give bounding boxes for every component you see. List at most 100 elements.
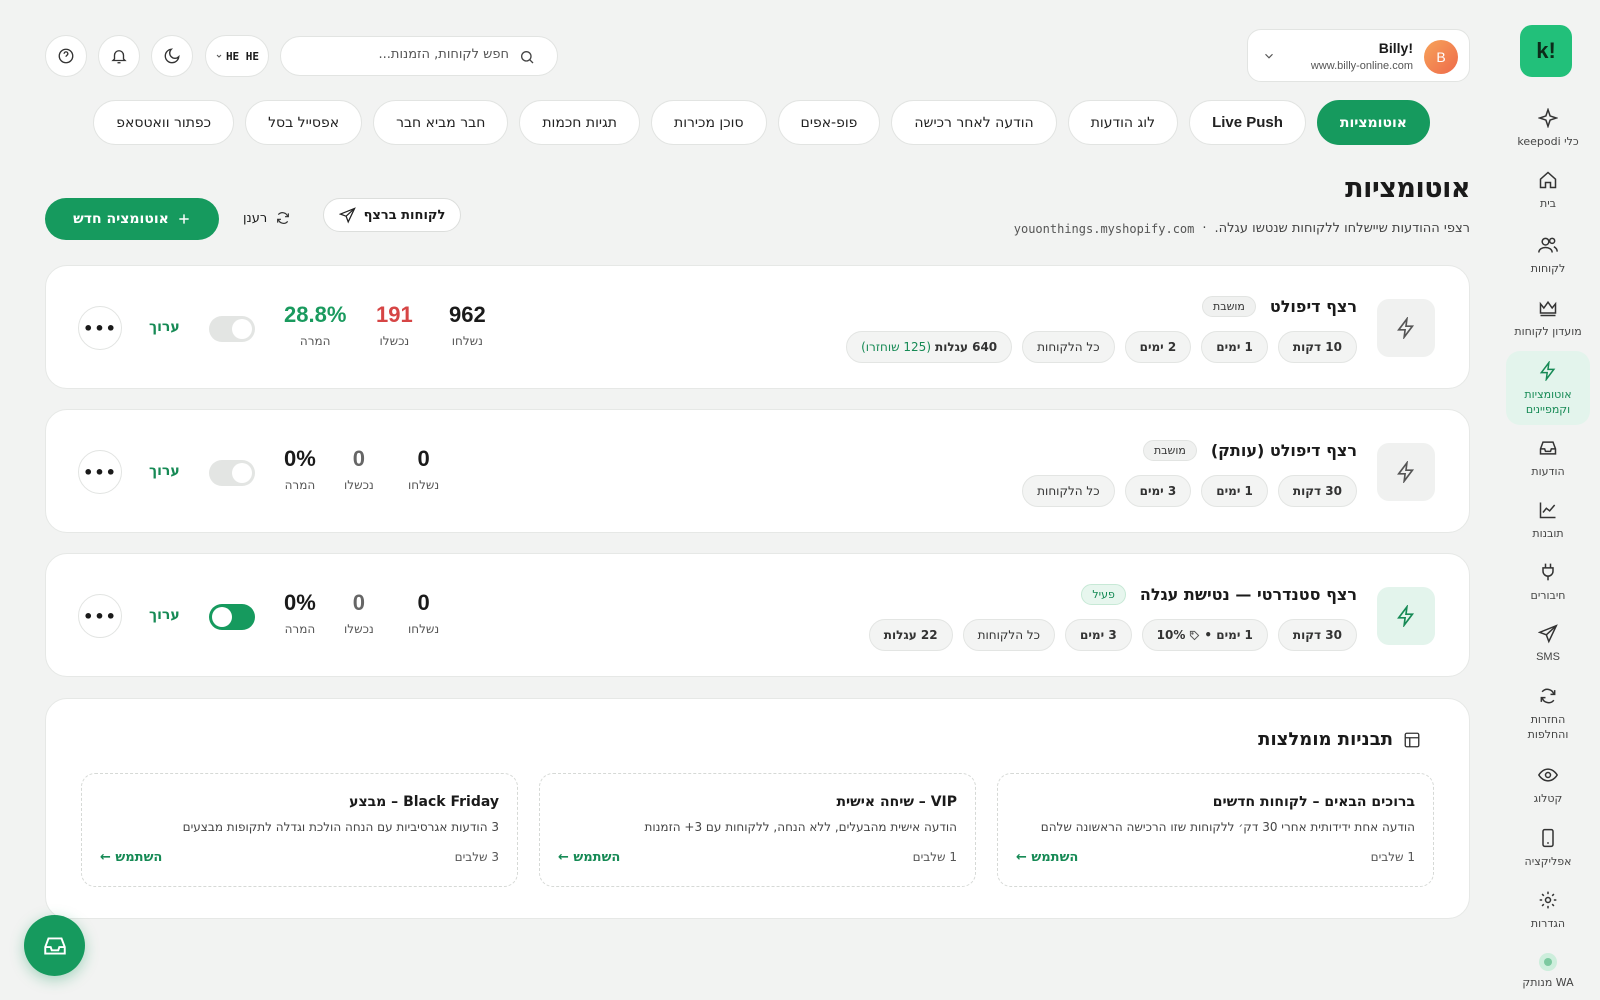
delay-chip: 1 ימים <box>1201 475 1268 507</box>
sidebar-item-insights[interactable]: תובנות <box>1506 500 1590 541</box>
stat-label: נכשלו <box>344 622 374 636</box>
tab-smart-tags[interactable]: תגיות חכמות <box>519 100 640 145</box>
sidebar-item-label: WA מנותק <box>1522 976 1574 989</box>
sidebar-item-label: אוטומציות וקמפיינים <box>1524 388 1572 416</box>
template-card[interactable]: VIP – שיחה אישית הודעה אישית מהבעלים, לל… <box>539 773 976 887</box>
bell-icon <box>111 50 127 64</box>
chip-label: 10 דקות <box>1292 340 1342 354</box>
page-title: אוטומציות <box>1345 173 1470 204</box>
stat-label: נשלחו <box>451 334 483 348</box>
template-card[interactable]: ברוכים הבאים – לקוחות חדשים הודעה אחת יד… <box>997 773 1434 887</box>
tab-automations[interactable]: אוטומציות <box>1316 100 1430 145</box>
brand-logo[interactable]: !k <box>1520 25 1572 77</box>
refresh-button[interactable]: רענן <box>243 210 291 226</box>
carts-chip: 22 עגלות <box>868 619 953 651</box>
tab-message-log[interactable]: לוג הודעות <box>1067 100 1179 145</box>
new-automation-button[interactable]: אוטומציה חדש <box>45 198 219 240</box>
template-steps: 1 שלבים <box>912 850 957 864</box>
stat-failed: 191 נכשלו <box>376 302 413 348</box>
sidebar-item-connections[interactable]: חיבורים <box>1506 562 1590 603</box>
chip-label: 1 ימים • <box>1204 628 1253 642</box>
automation-toggle[interactable] <box>209 316 255 342</box>
tab-popups[interactable]: פופ-אפים <box>777 100 881 145</box>
use-template-button[interactable]: השתמש ← <box>100 850 162 865</box>
tab-post-purchase[interactable]: הודעה לאחר רכישה <box>891 100 1057 145</box>
edit-button[interactable]: ערוך <box>149 607 180 623</box>
tab-sales-agent[interactable]: סוכן מכירות <box>651 100 767 145</box>
delay-chip: 3 ימים <box>1065 619 1132 651</box>
language-switcher[interactable]: HE HE <box>205 35 269 77</box>
carts-chip: 640 עגלות (125 שוחזרו) <box>846 331 1013 363</box>
more-options-button[interactable]: ••• <box>78 594 122 638</box>
home-icon <box>1539 171 1557 189</box>
sidebar-item-catalog[interactable]: קטלוג <box>1506 765 1590 806</box>
customers-in-sequence-button[interactable]: לקוחות ברצף <box>323 198 461 232</box>
audience-chip: כל הלקוחות <box>1022 475 1115 507</box>
sidebar-item-wa-status[interactable]: WA מנותק <box>1506 953 1590 990</box>
tag-icon <box>1190 630 1200 640</box>
sidebar-item-customers[interactable]: לקוחות <box>1506 235 1590 276</box>
stat-value: 962 <box>449 302 486 327</box>
sidebar-item-returns[interactable]: החזרות והחלפות <box>1506 686 1590 742</box>
automation-card: רצף דיפולט מושבת 10 דקות 1 ימים 2 ימים כ… <box>45 265 1470 389</box>
sidebar-item-automations[interactable]: אוטומציות וקמפיינים <box>1506 351 1590 425</box>
discount-label: 10% <box>1156 628 1186 642</box>
store-name: !Billy <box>1378 40 1413 56</box>
users-icon <box>1538 237 1558 253</box>
stat-conversion: 0% המרה <box>284 590 316 636</box>
edit-button[interactable]: ערוך <box>149 319 180 335</box>
sidebar-item-keepodi-tools[interactable]: כלי keepodi <box>1506 108 1590 149</box>
sidebar-item-label: בית <box>1539 197 1557 210</box>
automation-toggle[interactable] <box>209 604 255 630</box>
notifications-button[interactable] <box>98 35 140 77</box>
stat-label: המרה <box>299 334 331 348</box>
tab-referral[interactable]: חבר מביא חבר <box>373 100 509 145</box>
sidebar-item-home[interactable]: בית <box>1506 170 1590 211</box>
use-template-button[interactable]: השתמש ← <box>1016 850 1078 865</box>
sidebar-item-sms[interactable]: SMS <box>1506 624 1590 665</box>
stat-label: המרה <box>284 622 316 636</box>
automation-name-row: רצף דיפולט (עותק) מושבת <box>1142 440 1357 461</box>
edit-button[interactable]: ערוך <box>149 463 180 479</box>
search-input[interactable] <box>309 47 509 62</box>
automation-card: רצף סטנדרטי — נטישת עגלה פעיל 30 דקות 1 … <box>45 553 1470 677</box>
more-options-button[interactable]: ••• <box>78 450 122 494</box>
use-template-button[interactable]: השתמש ← <box>558 850 620 865</box>
sidebar-item-club[interactable]: מועדון לקוחות <box>1506 298 1590 339</box>
template-title: ברוכים הבאים – לקוחות חדשים <box>1212 794 1415 810</box>
stat-value: 0% <box>284 590 316 615</box>
stat-value: 0 <box>352 590 365 615</box>
more-options-button[interactable]: ••• <box>78 306 122 350</box>
template-card[interactable]: Black Friday – מבצע 3 הודעות אגרסיביות ע… <box>81 773 518 887</box>
sidebar-item-app[interactable]: אפליקציה <box>1506 828 1590 869</box>
tab-live-push[interactable]: Live Push <box>1189 100 1306 145</box>
tab-whatsapp-button[interactable]: כפתור וואטסאפ <box>93 100 235 145</box>
status-badge: מושבת <box>1202 296 1256 317</box>
subtitle-text: רצפי ההודעות שיישלחו ללקוחות שנטשו עגלה. <box>1214 221 1470 236</box>
chip-label: 1 ימים <box>1216 484 1253 498</box>
store-domain: youonthings.myshopify.com <box>1013 221 1195 236</box>
status-dot-icon <box>1539 953 1557 971</box>
inbox-fab-button[interactable] <box>24 915 85 976</box>
help-button[interactable] <box>45 35 87 77</box>
send-icon <box>338 206 356 224</box>
recovered-count: (125 שוחזרו) <box>861 340 931 354</box>
bolt-icon <box>1397 605 1415 627</box>
sidebar-item-messages[interactable]: הודעות <box>1506 438 1590 479</box>
bolt-icon <box>1397 317 1415 339</box>
audience-chip: כל הלקוחות <box>1022 331 1115 363</box>
inbox-icon <box>1539 441 1557 455</box>
button-label: לקוחות ברצף <box>363 207 446 223</box>
send-icon <box>1538 624 1558 644</box>
page-subtitle: רצפי ההודעות שיישלחו ללקוחות שנטשו עגלה.… <box>1014 221 1470 236</box>
chip-label: 1 ימים <box>1216 340 1253 354</box>
template-description: הודעה אישית מהבעלים, ללא הנחה, ללקוחות ע… <box>644 820 957 834</box>
tab-cart-upsell[interactable]: אפסייל בסל <box>245 100 363 145</box>
search-bar[interactable] <box>280 36 558 76</box>
stat-sent: 0 נשלחו <box>408 446 439 492</box>
theme-toggle-button[interactable] <box>151 35 193 77</box>
store-switcher[interactable]: B !Billy www.billy-online.com <box>1247 29 1470 82</box>
sidebar-item-settings[interactable]: הגדרות <box>1506 890 1590 931</box>
automation-toggle[interactable] <box>209 460 255 486</box>
store-url: www.billy-online.com <box>1310 60 1413 72</box>
